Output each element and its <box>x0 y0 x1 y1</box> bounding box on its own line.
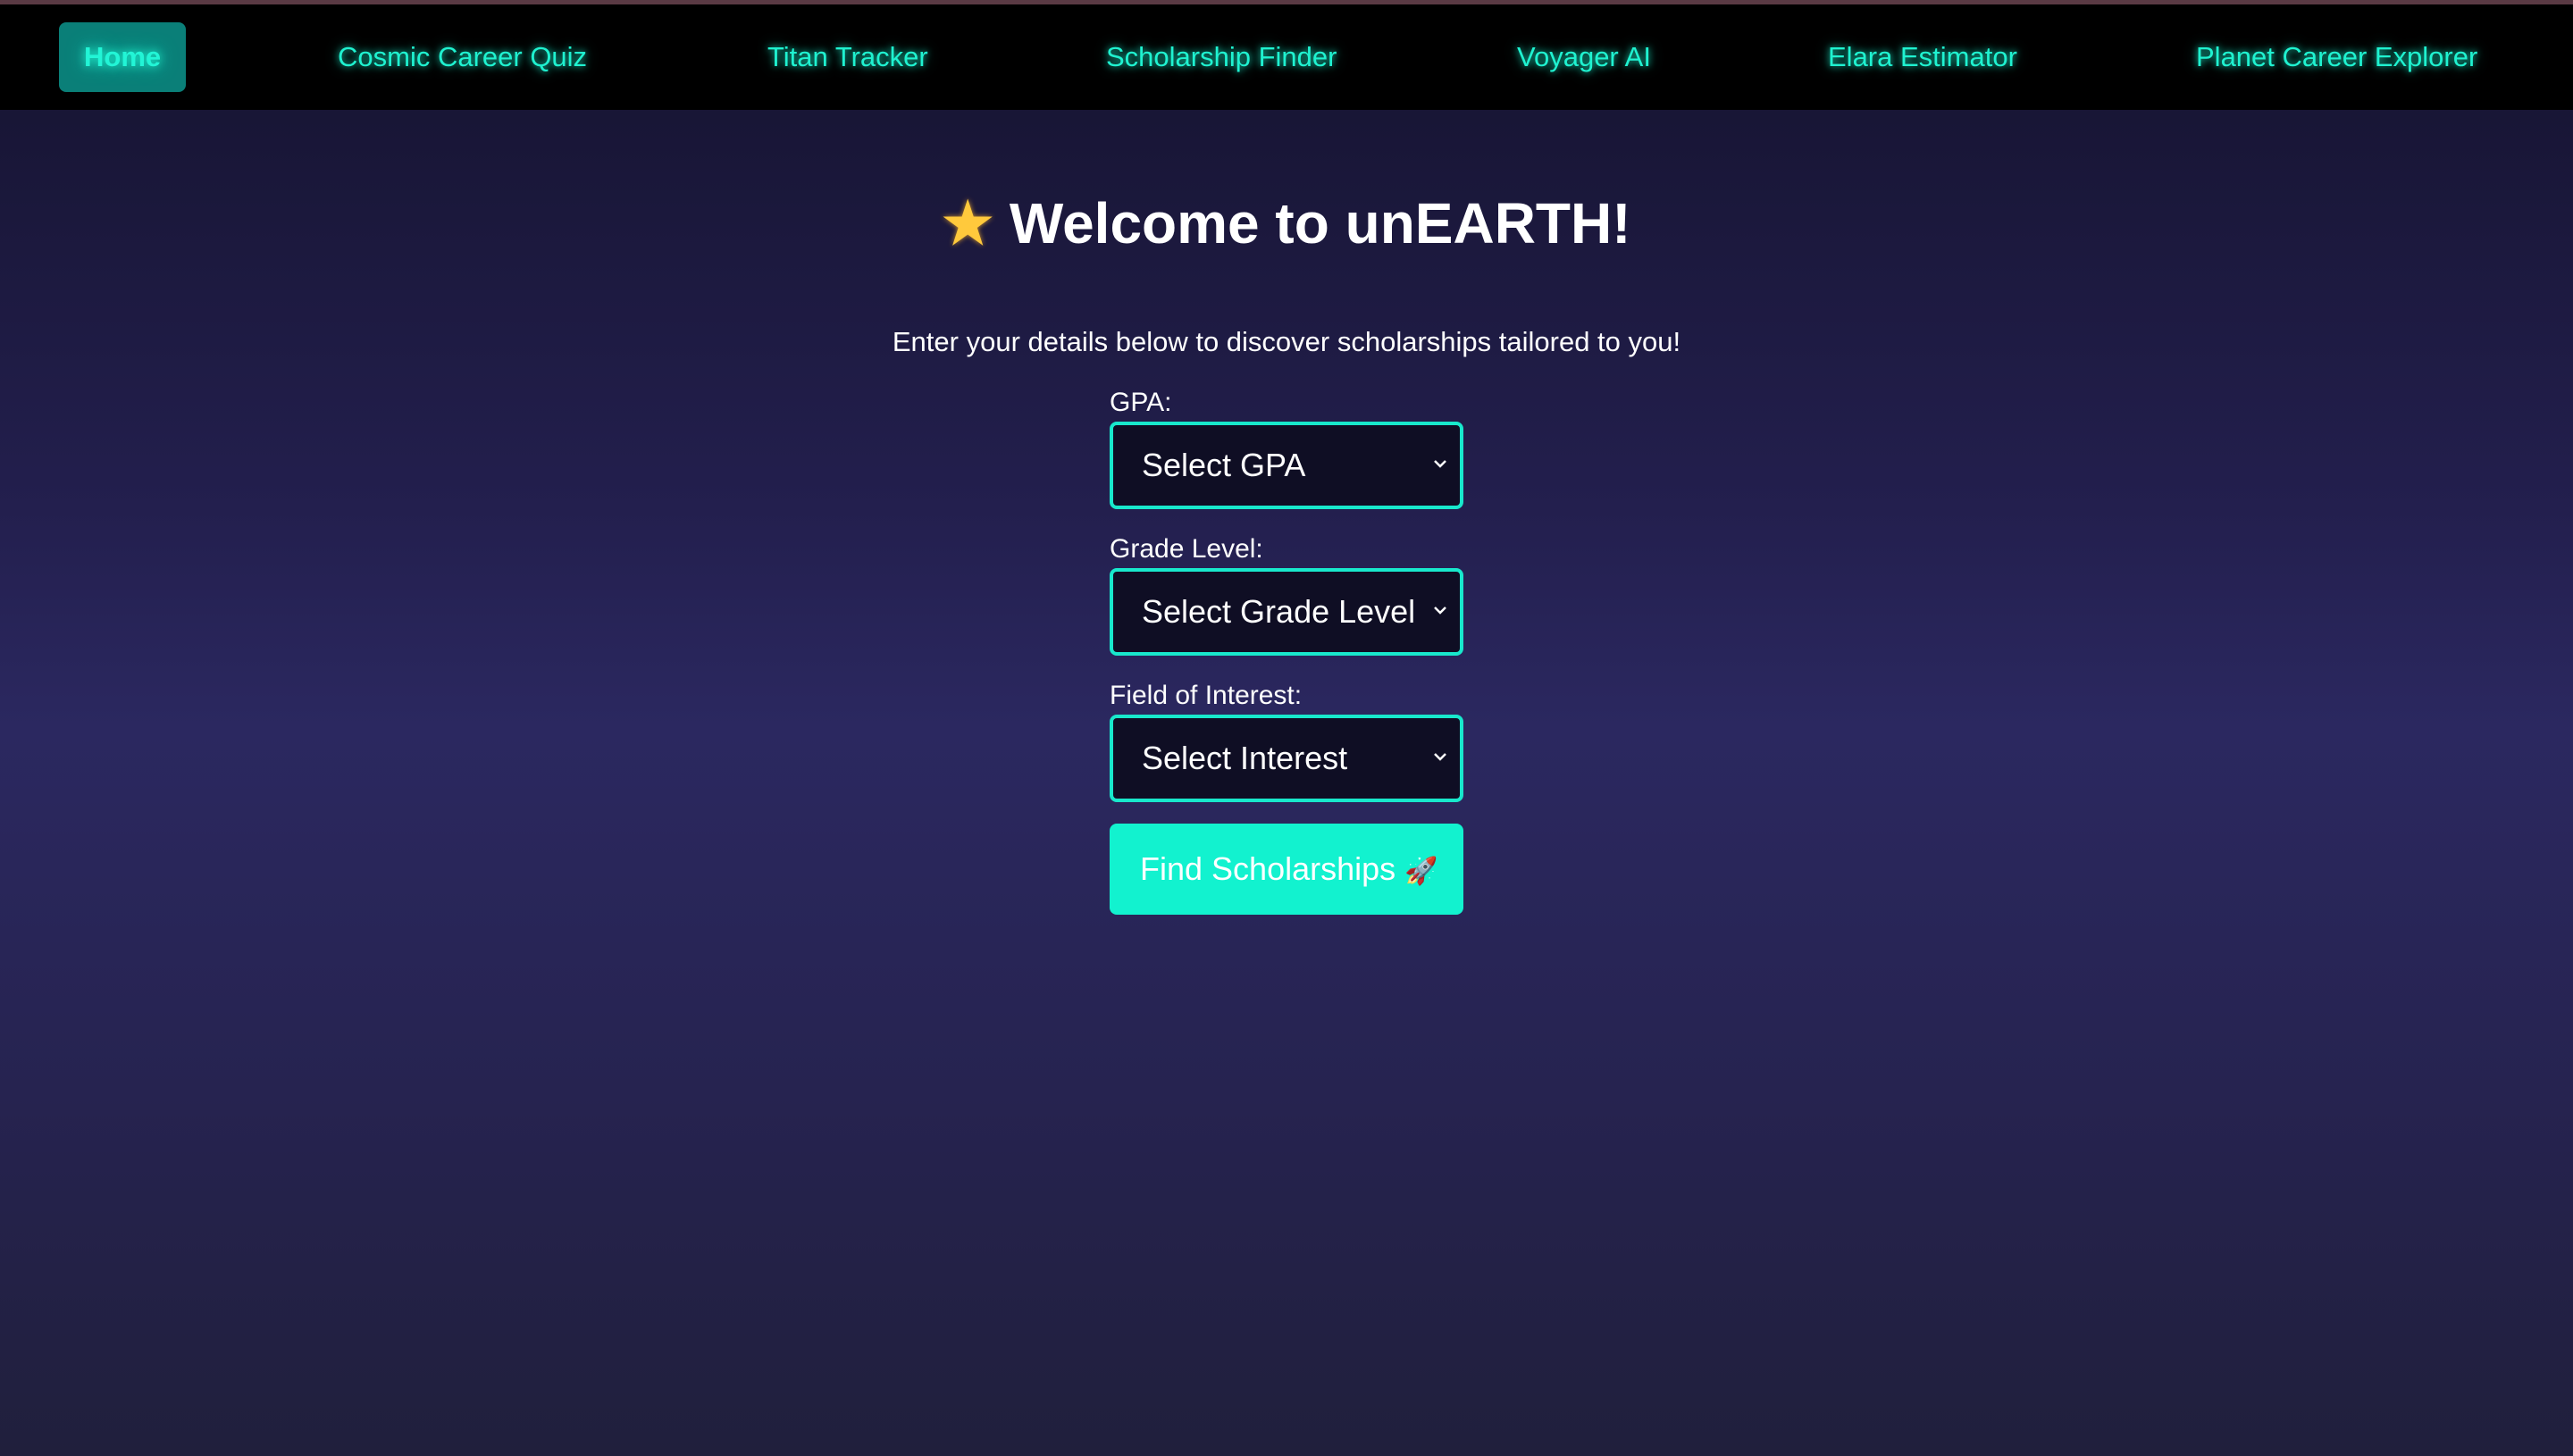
field-of-interest-select-value: Select Interest <box>1142 740 1348 776</box>
nav-item-planet-career-explorer[interactable]: Planet Career Explorer <box>2196 22 2477 92</box>
gpa-select[interactable]: Select GPA <box>1110 422 1463 509</box>
gpa-label: GPA: <box>1110 388 1172 417</box>
page-title: ★ Welcome to unEARTH! <box>0 183 2573 264</box>
scholarship-form: GPA: Select GPA Grade Level: Select Grad… <box>1110 384 1463 915</box>
top-navbar: Home Cosmic Career Quiz Titan Tracker Sc… <box>0 4 2573 110</box>
rocket-icon: 🚀 <box>1404 857 1438 886</box>
grade-level-select-value: Select Grade Level <box>1142 593 1416 630</box>
nav-item-titan-tracker[interactable]: Titan Tracker <box>767 22 928 92</box>
page-title-text: Welcome to unEARTH! <box>1009 191 1631 255</box>
nav-item-voyager-ai[interactable]: Voyager AI <box>1517 22 1651 92</box>
gpa-select-value: Select GPA <box>1142 447 1306 483</box>
chevron-down-icon <box>1434 460 1446 468</box>
find-scholarships-label: Find Scholarships <box>1140 850 1396 887</box>
chevron-down-icon <box>1434 607 1446 615</box>
chevron-down-icon <box>1434 753 1446 761</box>
find-scholarships-button[interactable]: Find Scholarships 🚀 <box>1110 824 1463 915</box>
nav-item-cosmic-career-quiz[interactable]: Cosmic Career Quiz <box>338 22 587 92</box>
nav-item-elara-estimator[interactable]: Elara Estimator <box>1828 22 2017 92</box>
field-of-interest-select[interactable]: Select Interest <box>1110 715 1463 802</box>
star-icon: ★ <box>942 191 993 255</box>
field-of-interest-label: Field of Interest: <box>1110 681 1303 710</box>
grade-level-select[interactable]: Select Grade Level <box>1110 568 1463 656</box>
grade-level-label: Grade Level: <box>1110 534 1263 564</box>
nav-item-scholarship-finder[interactable]: Scholarship Finder <box>1106 22 1337 92</box>
nav-item-home[interactable]: Home <box>59 22 187 92</box>
page-subtitle: Enter your details below to discover sch… <box>892 326 1681 357</box>
